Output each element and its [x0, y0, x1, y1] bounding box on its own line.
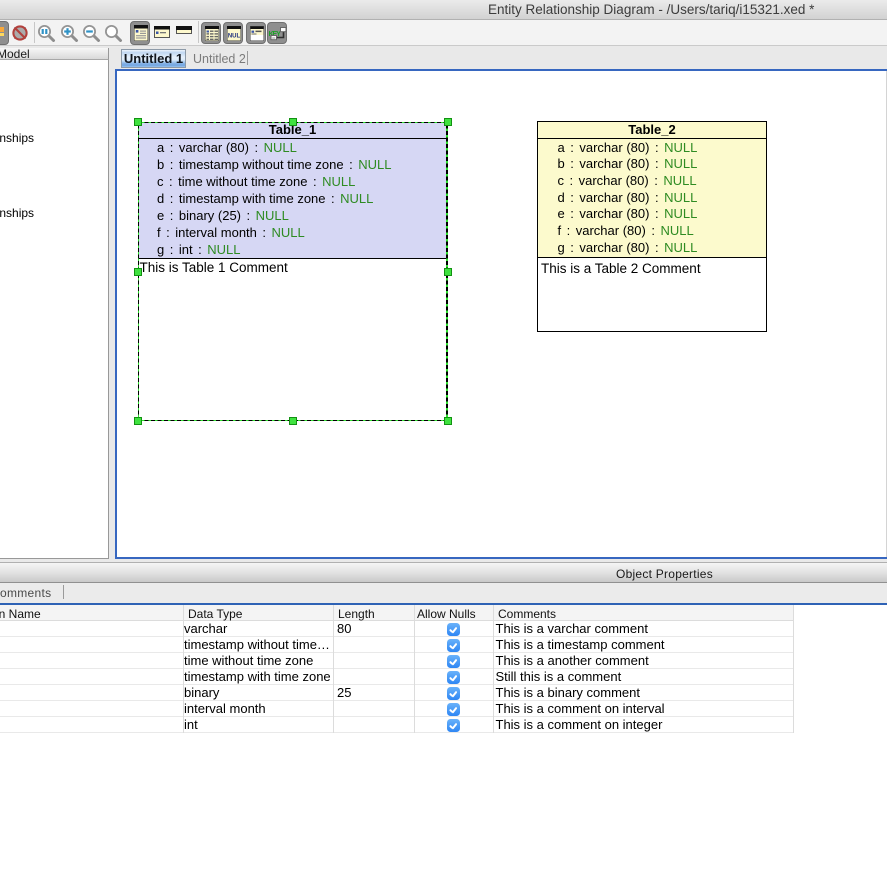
svg-text:NUL: NUL [228, 34, 241, 40]
